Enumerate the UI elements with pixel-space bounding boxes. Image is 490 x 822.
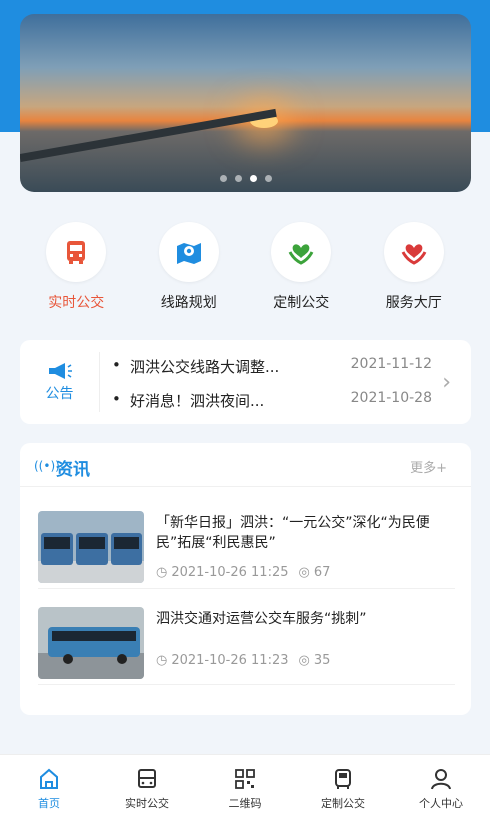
news-item-title: 「新华日报」泗洪：“一元公交”深化“为民便民”拓展“利民惠民” <box>156 515 430 551</box>
carousel-dot[interactable] <box>219 175 227 182</box>
tab-realtime-bus[interactable]: 实时公交 <box>98 755 196 822</box>
news-item[interactable]: 「新华日报」泗洪：“一元公交”深化“为民便民”拓展“利民惠民” ◷ 2021-1… <box>38 503 455 589</box>
qrcode-icon <box>235 768 255 789</box>
tab-custom-bus[interactable]: 定制公交 <box>294 755 392 822</box>
notice-item[interactable]: • 泗洪公交线路大调整... 2021-11-12 <box>112 356 432 376</box>
carousel-dot-active[interactable] <box>249 175 257 182</box>
tab-label: 实时公交 <box>125 796 169 810</box>
tab-label: 首页 <box>38 796 60 810</box>
heart-hands-icon <box>288 244 314 265</box>
quick-actions: 实时公交 线路规划 定制公交 服务大厅 <box>0 222 490 312</box>
quick-icon-circle <box>46 222 107 282</box>
clock-icon: ◷ <box>156 653 168 668</box>
tab-profile[interactable]: 个人中心 <box>392 755 490 822</box>
quick-route-planning[interactable]: 线路规划 <box>144 222 234 312</box>
news-views: 35 <box>313 653 331 668</box>
notice-item[interactable]: • 好消息！泗洪夜间... 2021-10-28 <box>112 390 432 410</box>
quick-label: 服务大厅 <box>385 295 442 311</box>
notice-panel[interactable]: 公告 • 泗洪公交线路大调整... 2021-11-12 • 好消息！泗洪夜间.… <box>20 340 471 424</box>
news-panel: ((•)) 资讯 更多+ 「新华日报」泗洪：“一元公交”深化“为民便民”拓展“利… <box>20 443 471 715</box>
tab-label: 定制公交 <box>321 796 365 810</box>
news-views: 67 <box>313 565 331 580</box>
carousel-dots <box>20 175 471 182</box>
banner-bridge <box>20 108 277 162</box>
news-item-meta: ◷ 2021-10-26 11:23 ◎ 35 <box>156 653 330 668</box>
bus-front-icon <box>335 768 351 789</box>
notice-date: 2021-10-28 <box>350 390 432 406</box>
news-item[interactable]: 泗洪交通对运营公交车服务“挑刺” ◷ 2021-10-26 11:23 ◎ 35 <box>38 599 455 685</box>
quick-icon-circle <box>158 222 219 282</box>
news-more-link[interactable]: 更多+ <box>410 457 447 476</box>
quick-custom-bus[interactable]: 定制公交 <box>256 222 346 312</box>
banner-carousel[interactable] <box>20 14 471 192</box>
news-time: 2021-10-26 11:23 <box>171 653 289 668</box>
clock-icon: ◷ <box>156 565 168 580</box>
user-icon <box>431 768 451 789</box>
news-item-title: 泗洪交通对运营公交车服务“挑刺” <box>156 611 367 627</box>
news-time: 2021-10-26 11:25 <box>171 565 289 580</box>
home-icon <box>40 768 58 789</box>
megaphone-icon <box>48 363 72 379</box>
notice-title: 好消息！泗洪夜间... <box>130 392 265 410</box>
bullet: • <box>112 390 121 408</box>
tab-home[interactable]: 首页 <box>0 755 98 822</box>
quick-icon-circle <box>383 222 444 282</box>
heart-hands-icon <box>401 244 427 265</box>
map-pin-icon <box>176 243 201 264</box>
bus-icon <box>67 241 86 264</box>
bottom-tab-bar: 首页 实时公交 二维码 定制公交 个人中心 <box>0 754 490 822</box>
quick-label: 线路规划 <box>160 295 217 311</box>
notice-badge: 公告 <box>20 352 100 412</box>
eye-icon: ◎ <box>298 653 310 668</box>
notice-date: 2021-11-12 <box>350 356 432 372</box>
quick-service-hall[interactable]: 服务大厅 <box>369 222 459 312</box>
news-thumbnail <box>38 511 144 583</box>
news-item-meta: ◷ 2021-10-26 11:25 ◎ 67 <box>156 565 330 580</box>
tab-label: 二维码 <box>228 796 262 810</box>
tab-qrcode[interactable]: 二维码 <box>196 755 294 822</box>
tab-label: 个人中心 <box>419 796 463 810</box>
quick-label: 实时公交 <box>48 295 105 311</box>
eye-icon: ◎ <box>298 565 310 580</box>
bullet: • <box>112 356 121 374</box>
quick-realtime-bus[interactable]: 实时公交 <box>31 222 121 312</box>
bus-icon <box>138 768 156 788</box>
quick-label: 定制公交 <box>273 295 330 311</box>
news-title: 资讯 <box>56 460 90 480</box>
carousel-dot[interactable] <box>264 175 272 182</box>
news-thumbnail <box>38 607 144 679</box>
carousel-dot[interactable] <box>234 175 242 182</box>
news-header: ((•)) 资讯 更多+ <box>20 443 471 487</box>
notice-title: 泗洪公交线路大调整... <box>130 358 280 376</box>
quick-icon-circle <box>271 222 332 282</box>
chevron-right-icon[interactable]: › <box>442 370 451 395</box>
notice-label: 公告 <box>45 386 74 402</box>
